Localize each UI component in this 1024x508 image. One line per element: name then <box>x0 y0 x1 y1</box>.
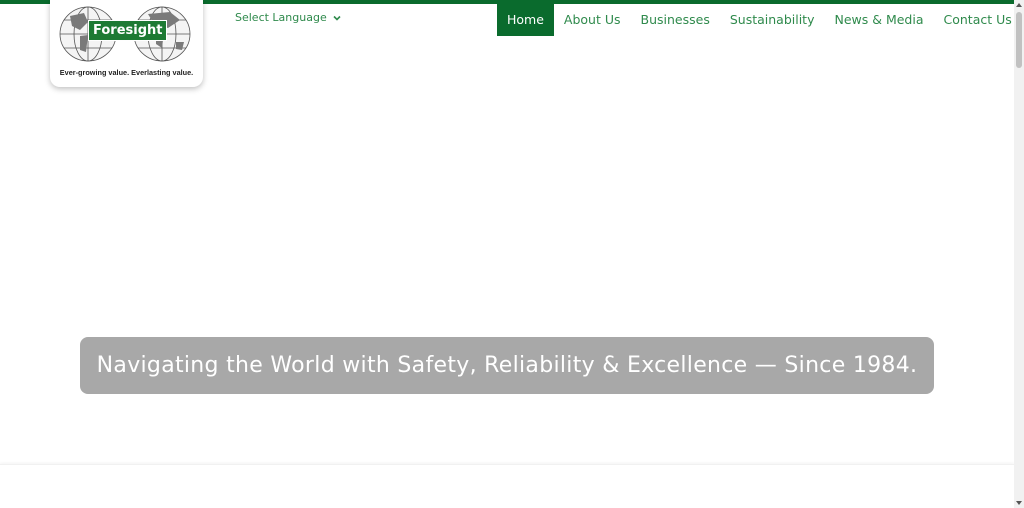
nav-item-home[interactable]: Home <box>497 4 554 36</box>
nav-item-businesses[interactable]: Businesses <box>631 4 720 36</box>
site-logo[interactable]: Foresight Ever-growing value. Everlastin… <box>50 0 203 87</box>
logo-tagline: Ever-growing value. Everlasting value. <box>59 68 194 77</box>
content-section <box>0 464 1014 508</box>
main-nav: Home About Us Businesses Sustainability … <box>497 4 1022 36</box>
chevron-down-icon <box>333 15 341 21</box>
logo-wordmark: Foresight <box>88 20 168 41</box>
page: Foresight Ever-growing value. Everlastin… <box>0 0 1024 508</box>
hero-banner: Navigating the World with Safety, Reliab… <box>80 337 934 394</box>
vertical-scrollbar[interactable] <box>1014 0 1024 508</box>
nav-item-contact-us[interactable]: Contact Us <box>934 4 1022 36</box>
language-selector-label: Select Language <box>235 11 327 24</box>
language-selector[interactable]: Select Language <box>235 11 341 24</box>
scroll-down-icon[interactable] <box>1016 501 1022 505</box>
nav-item-sustainability[interactable]: Sustainability <box>720 4 825 36</box>
scroll-up-icon[interactable] <box>1016 3 1022 7</box>
scrollbar-thumb[interactable] <box>1016 12 1022 68</box>
nav-item-about-us[interactable]: About Us <box>554 4 631 36</box>
nav-item-news-media[interactable]: News & Media <box>824 4 933 36</box>
hero-headline: Navigating the World with Safety, Reliab… <box>96 353 918 378</box>
